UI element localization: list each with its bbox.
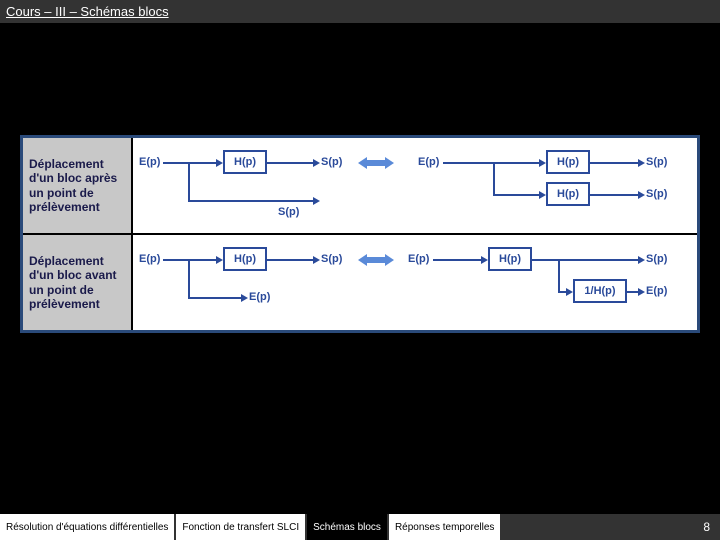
arrow-icon (566, 288, 573, 296)
wire (443, 162, 541, 164)
row-diagram: E(p) H(p) S(p) E(p) E(p) (133, 235, 697, 330)
diagram-table: Déplacement d'un bloc après un point de … (20, 135, 700, 333)
block-H: H(p) (488, 247, 532, 271)
wire (493, 162, 495, 196)
tab-reponses[interactable]: Réponses temporelles (389, 514, 503, 540)
footer-tabs: Résolution d'équations différentielles F… (0, 514, 720, 540)
signal-S: S(p) (646, 156, 667, 168)
tab-resolution[interactable]: Résolution d'équations différentielles (0, 514, 176, 540)
arrow-icon (539, 159, 546, 167)
arrow-icon (539, 191, 546, 199)
row-label-cell: Déplacement d'un bloc après un point de … (23, 138, 133, 233)
arrow-icon (241, 294, 248, 302)
wire (532, 259, 640, 261)
block-H: H(p) (223, 247, 267, 271)
arrow-icon (313, 256, 320, 264)
wire (163, 162, 218, 164)
row-diagram: E(p) H(p) S(p) S(p) E(p) (133, 138, 697, 233)
block-H: H(p) (223, 150, 267, 174)
block-H: H(p) (546, 182, 590, 206)
arrow-icon (638, 256, 645, 264)
row-label: Déplacement d'un bloc avant un point de … (29, 254, 125, 312)
slide-title: Cours – III – Schémas blocs (6, 4, 169, 19)
wire (188, 200, 315, 202)
signal-E: E(p) (139, 156, 160, 168)
tab-schemas[interactable]: Schémas blocs (307, 514, 389, 540)
signal-S: S(p) (321, 253, 342, 265)
wire (163, 259, 218, 261)
wire (267, 259, 315, 261)
wire (590, 194, 640, 196)
wire (188, 162, 190, 202)
arrow-icon (313, 159, 320, 167)
tab-transfert[interactable]: Fonction de transfert SLCI (176, 514, 307, 540)
arrow-icon (481, 256, 488, 264)
signal-E: E(p) (408, 253, 429, 265)
table-row: Déplacement d'un bloc avant un point de … (23, 235, 697, 330)
block-invH: 1/H(p) (573, 279, 627, 303)
arrow-icon (216, 159, 223, 167)
arrow-icon (638, 288, 645, 296)
wire (188, 297, 243, 299)
slide-header: Cours – III – Schémas blocs (0, 0, 720, 23)
signal-E: E(p) (139, 253, 160, 265)
row-label-cell: Déplacement d'un bloc avant un point de … (23, 235, 133, 330)
arrow-icon (313, 197, 320, 205)
diagram-table-container: Déplacement d'un bloc après un point de … (20, 135, 700, 333)
wire (188, 259, 190, 299)
signal-E: E(p) (249, 291, 270, 303)
wire (590, 162, 640, 164)
row-label: Déplacement d'un bloc après un point de … (29, 157, 125, 215)
page-number: 8 (703, 520, 710, 534)
signal-E: E(p) (646, 285, 667, 297)
arrow-icon (216, 256, 223, 264)
wire (558, 259, 560, 293)
table-row: Déplacement d'un bloc après un point de … (23, 138, 697, 235)
signal-S: S(p) (321, 156, 342, 168)
arrow-icon (638, 191, 645, 199)
signal-S: S(p) (646, 188, 667, 200)
wire (267, 162, 315, 164)
wire (493, 194, 541, 196)
signal-S: S(p) (646, 253, 667, 265)
wire (433, 259, 483, 261)
arrow-icon (638, 159, 645, 167)
equiv-arrow-icon (358, 253, 394, 267)
block-H: H(p) (546, 150, 590, 174)
signal-S: S(p) (278, 206, 299, 218)
signal-E: E(p) (418, 156, 439, 168)
equiv-arrow-icon (358, 156, 394, 170)
